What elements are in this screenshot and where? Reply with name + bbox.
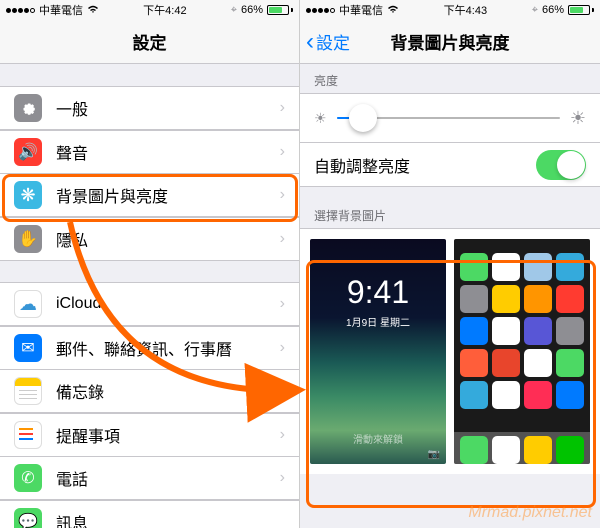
row-icloud[interactable]: ☁ iCloud › xyxy=(0,282,299,326)
wallpaper-lock-preview[interactable]: 9:41 1月9日 星期二 滑動來解鎖 📷 xyxy=(310,239,446,464)
row-label: 一般 xyxy=(56,96,280,120)
hand-icon: ✋ xyxy=(14,225,42,253)
chevron-right-icon: › xyxy=(280,99,285,117)
row-auto-brightness: 自動調整亮度 xyxy=(300,143,600,187)
bluetooth-icon: ⌖ xyxy=(532,4,538,17)
brightness-slider[interactable] xyxy=(337,104,560,132)
row-label: 背景圖片與亮度 xyxy=(56,183,280,207)
mail-icon: ✉ xyxy=(14,334,42,362)
status-time: 下午4:42 xyxy=(143,2,186,18)
row-label: 提醒事項 xyxy=(56,423,280,447)
chevron-right-icon: › xyxy=(280,469,285,487)
row-sounds[interactable]: 🔊 聲音 › xyxy=(0,130,299,174)
messages-icon: 💬 xyxy=(14,508,42,528)
back-label: 設定 xyxy=(316,29,350,54)
status-bar: 中華電信 下午4:43 ⌖ 66% xyxy=(300,0,600,20)
status-time: 下午4:43 xyxy=(444,2,487,18)
nav-bar: ‹ 設定 背景圖片與亮度 xyxy=(300,20,600,64)
row-wallpaper-brightness[interactable]: ❋ 背景圖片與亮度 › xyxy=(0,173,299,217)
phone-right: 中華電信 下午4:43 ⌖ 66% ‹ 設定 背景圖片與亮度 亮度 xyxy=(300,0,600,528)
settings-list[interactable]: 一般 › 🔊 聲音 › ❋ 背景圖片與亮度 › ✋ 隱私 › ☁ iCloud xyxy=(0,64,299,528)
row-notes[interactable]: 備忘錄 › xyxy=(0,369,299,413)
row-reminders[interactable]: 提醒事項 › xyxy=(0,413,299,457)
lock-date: 1月9日 星期二 xyxy=(310,314,446,329)
wifi-icon xyxy=(87,4,99,17)
watermark: Mrmad.pixnet.net xyxy=(468,504,592,522)
auto-brightness-switch[interactable] xyxy=(536,150,586,180)
lock-time: 9:41 xyxy=(310,274,446,311)
slide-to-unlock: 滑動來解鎖 xyxy=(310,431,446,446)
speaker-icon: 🔊 xyxy=(14,138,42,166)
row-label: 訊息 xyxy=(56,510,285,528)
cloud-icon: ☁ xyxy=(14,290,42,318)
chevron-right-icon: › xyxy=(280,295,285,313)
chevron-left-icon: ‹ xyxy=(306,30,314,54)
phone-icon: ✆ xyxy=(14,464,42,492)
row-label: 電話 xyxy=(56,466,280,490)
chevron-right-icon: › xyxy=(280,143,285,161)
gear-icon xyxy=(14,94,42,122)
notes-icon xyxy=(14,377,42,405)
battery-pct: 66% xyxy=(241,4,263,16)
nav-bar: 設定 xyxy=(0,20,299,64)
bluetooth-icon: ⌖ xyxy=(231,4,237,17)
row-label: 聲音 xyxy=(56,140,280,164)
chevron-right-icon: › xyxy=(280,426,285,444)
battery-pct: 66% xyxy=(542,4,564,16)
sun-large-icon: ☀ xyxy=(570,108,586,129)
row-label: iCloud xyxy=(56,295,280,313)
choose-wallpaper-header: 選擇背景圖片 xyxy=(300,187,600,228)
row-mail[interactable]: ✉ 郵件、聯絡資訊、行事曆 › xyxy=(0,326,299,370)
status-bar: 中華電信 下午4:42 ⌖ 66% xyxy=(0,0,299,20)
nav-title: 背景圖片與亮度 xyxy=(391,29,510,54)
wifi-icon xyxy=(387,4,399,17)
wallpaper-icon: ❋ xyxy=(14,181,42,209)
chevron-right-icon: › xyxy=(280,230,285,248)
chevron-right-icon: › xyxy=(280,382,285,400)
nav-title: 設定 xyxy=(133,29,167,54)
row-phone[interactable]: ✆ 電話 › xyxy=(0,456,299,500)
sun-small-icon: ☀ xyxy=(314,110,327,127)
brightness-slider-row: ☀ ☀ xyxy=(300,93,600,143)
row-label: 郵件、聯絡資訊、行事曆 xyxy=(56,336,280,360)
row-label: 備忘錄 xyxy=(56,379,280,403)
row-label: 隱私 xyxy=(56,227,280,251)
brightness-header: 亮度 xyxy=(300,64,600,93)
back-button[interactable]: ‹ 設定 xyxy=(306,29,350,54)
signal-dots-icon xyxy=(306,8,335,13)
carrier-label: 中華電信 xyxy=(39,2,83,18)
signal-dots-icon xyxy=(6,8,35,13)
row-messages[interactable]: 💬 訊息 xyxy=(0,500,299,528)
phone-left: 中華電信 下午4:42 ⌖ 66% 設定 一般 › xyxy=(0,0,300,528)
battery-icon xyxy=(568,5,594,15)
carrier-label: 中華電信 xyxy=(339,2,383,18)
row-general[interactable]: 一般 › xyxy=(0,86,299,130)
chevron-right-icon: › xyxy=(280,339,285,357)
reminders-icon xyxy=(14,421,42,449)
chevron-right-icon: › xyxy=(280,186,285,204)
wallpaper-selector[interactable]: 9:41 1月9日 星期二 滑動來解鎖 📷 xyxy=(300,228,600,474)
camera-icon: 📷 xyxy=(428,449,440,460)
row-privacy[interactable]: ✋ 隱私 › xyxy=(0,217,299,261)
battery-icon xyxy=(267,5,293,15)
brightness-content: 亮度 ☀ ☀ 自動調整亮度 選擇背景圖片 9:41 xyxy=(300,64,600,528)
row-label: 自動調整亮度 xyxy=(314,153,536,177)
wallpaper-home-preview[interactable] xyxy=(454,239,590,464)
